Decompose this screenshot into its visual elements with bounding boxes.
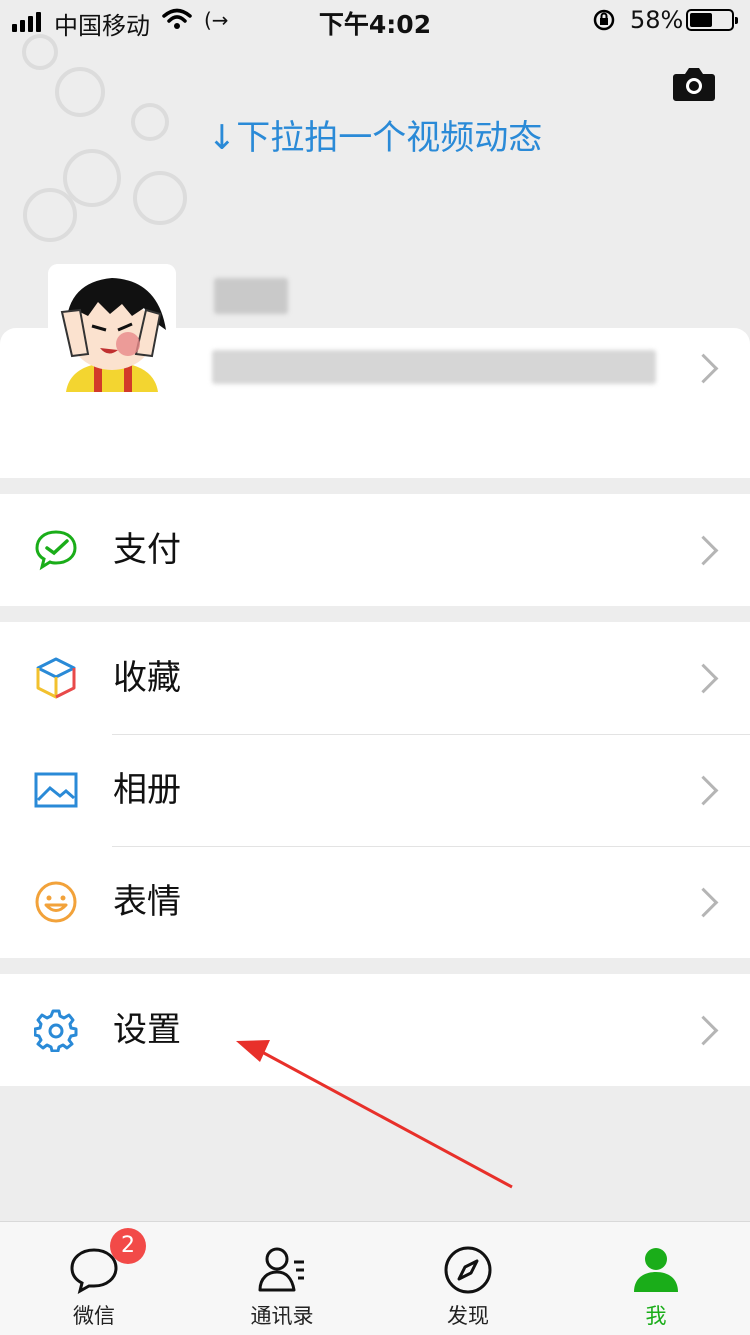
tab-label-discover: 发现 — [447, 1304, 489, 1328]
person-icon — [634, 1248, 678, 1292]
menu-label-pay: 支付 — [113, 530, 181, 570]
unread-badge: 2 — [110, 1228, 146, 1264]
tab-chats[interactable]: 2 微信 — [0, 1222, 188, 1335]
pull-down-hint: ↓下拉拍一个视频动态 — [207, 118, 543, 158]
chevron-right-icon — [688, 353, 719, 384]
tab-discover[interactable]: 发现 — [374, 1222, 562, 1335]
chevron-right-icon — [688, 1015, 719, 1046]
menu-label-album: 相册 — [113, 770, 181, 810]
chevron-right-icon — [688, 775, 719, 806]
chevron-right-icon — [688, 887, 719, 918]
cartoon-avatar-icon — [48, 264, 176, 392]
tab-label-chats: 微信 — [73, 1304, 115, 1328]
menu-item-settings[interactable]: 设置 — [0, 974, 750, 1086]
menu-group-main: 收藏 相册 表情 — [0, 622, 750, 958]
battery-fill — [690, 13, 712, 27]
chevron-right-icon — [688, 663, 719, 694]
camera-icon[interactable] — [672, 66, 716, 102]
rotation-lock-icon — [593, 9, 615, 31]
tab-contacts[interactable]: 通讯录 — [188, 1222, 376, 1335]
battery-percent: 58% — [630, 6, 684, 34]
nickname-blurred — [214, 278, 288, 314]
avatar[interactable] — [48, 264, 176, 392]
menu-item-pay[interactable]: 支付 — [0, 494, 750, 606]
menu-group-settings: 设置 — [0, 974, 750, 1086]
tab-label-contacts: 通讯录 — [250, 1304, 314, 1328]
battery-icon — [686, 9, 738, 31]
wechat-pay-icon — [35, 530, 77, 571]
cube-icon — [36, 657, 76, 699]
menu-item-stickers[interactable]: 表情 — [0, 846, 750, 958]
compass-icon — [444, 1246, 492, 1294]
menu-group-pay: 支付 — [0, 494, 750, 606]
menu-item-favorites[interactable]: 收藏 — [0, 622, 750, 734]
tab-bar: 2 微信 通讯录 发现 我 — [0, 1221, 750, 1335]
contacts-icon — [258, 1247, 304, 1292]
menu-item-album[interactable]: 相册 — [0, 734, 750, 846]
tab-label-me: 我 — [645, 1304, 667, 1328]
tab-me[interactable]: 我 — [562, 1222, 750, 1335]
image-icon — [34, 772, 78, 808]
smiley-icon — [35, 881, 77, 923]
menu-label-stickers: 表情 — [113, 882, 181, 922]
menu-label-settings: 设置 — [113, 1010, 181, 1050]
chevron-right-icon — [688, 535, 719, 566]
gear-icon — [34, 1009, 78, 1052]
wechat-id-blurred — [212, 350, 656, 384]
menu-label-favorites: 收藏 — [113, 658, 181, 698]
